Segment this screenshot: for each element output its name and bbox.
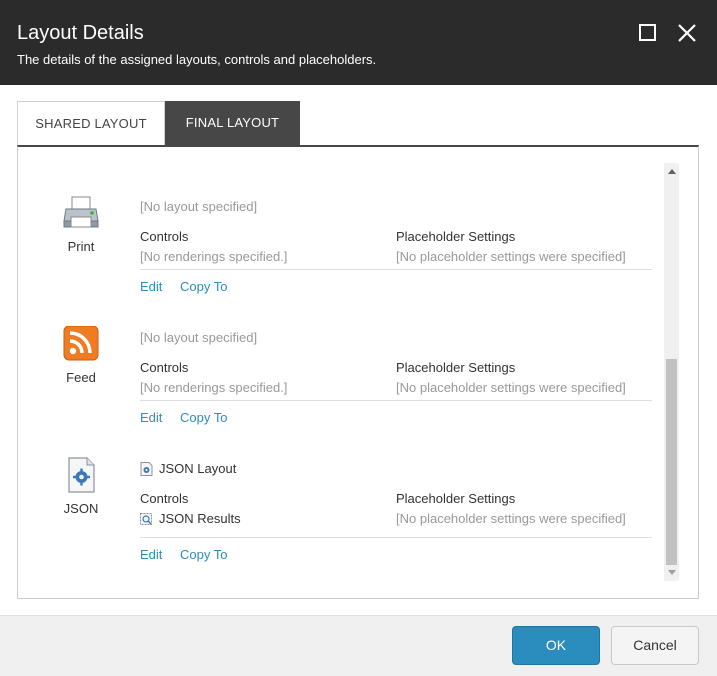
edit-link[interactable]: Edit [140,547,162,562]
edit-link[interactable]: Edit [140,279,162,294]
printer-icon [62,195,100,231]
dialog-body: SHARED LAYOUT FINAL LAYOUT Print [No lay… [0,85,717,615]
copy-to-link[interactable]: Copy To [180,410,227,425]
dialog-title: Layout Details [17,22,144,45]
close-icon [676,22,698,44]
dialog-subtitle: The details of the assigned layouts, con… [17,52,376,67]
divider [140,269,652,270]
placeholder-settings-value: [No placeholder settings were specified] [396,380,626,395]
divider [140,400,652,401]
vertical-scrollbar[interactable] [664,163,679,581]
controls-value: [No renderings specified.] [140,249,287,264]
device-name: JSON [48,501,114,516]
layout-name: JSON Layout [159,461,236,476]
cancel-button[interactable]: Cancel [611,626,699,665]
device-json: JSON JSON Layout Controls Placeholder Se… [18,457,658,577]
layout-gear-icon [140,462,153,476]
edit-link[interactable]: Edit [140,410,162,425]
placeholder-settings-heading: Placeholder Settings [396,360,515,375]
device-name: Feed [48,370,114,385]
controls-value: JSON Results [140,511,241,526]
device-feed: Feed [No layout specified] Controls Plac… [18,326,658,446]
maximize-button[interactable] [637,22,659,44]
close-button[interactable] [676,22,698,44]
placeholder-settings-heading: Placeholder Settings [396,491,515,506]
placeholder-settings-value: [No placeholder settings were specified] [396,249,626,264]
tab-shared-layout[interactable]: SHARED LAYOUT [17,101,165,145]
placeholder-settings-heading: Placeholder Settings [396,229,515,244]
ok-button[interactable]: OK [512,626,600,665]
device-name: Print [48,239,114,254]
rendering-name: JSON Results [159,511,241,526]
rss-feed-icon [62,326,100,362]
device-print: Print [No layout specified] Controls Pla… [18,195,658,315]
scrollbar-thumb[interactable] [666,359,677,565]
layout-panel: Print [No layout specified] Controls Pla… [17,145,699,599]
layout-value: [No layout specified] [140,199,257,214]
placeholder-settings-value: [No placeholder settings were specified] [396,511,626,526]
scroll-up-arrow-icon[interactable] [668,169,676,174]
layout-value: [No layout specified] [140,330,257,345]
controls-heading: Controls [140,491,188,506]
copy-to-link[interactable]: Copy To [180,279,227,294]
layout-value: JSON Layout [140,461,236,476]
rendering-icon [140,512,153,526]
controls-heading: Controls [140,360,188,375]
dialog-titlebar: Layout Details The details of the assign… [0,0,717,85]
divider [140,537,652,538]
controls-heading: Controls [140,229,188,244]
scroll-down-arrow-icon[interactable] [668,570,676,575]
copy-to-link[interactable]: Copy To [180,547,227,562]
maximize-icon [639,24,656,41]
tab-final-layout[interactable]: FINAL LAYOUT [165,101,300,145]
json-gear-document-icon [62,457,100,493]
dialog-footer: OK Cancel [0,615,717,676]
controls-value: [No renderings specified.] [140,380,287,395]
